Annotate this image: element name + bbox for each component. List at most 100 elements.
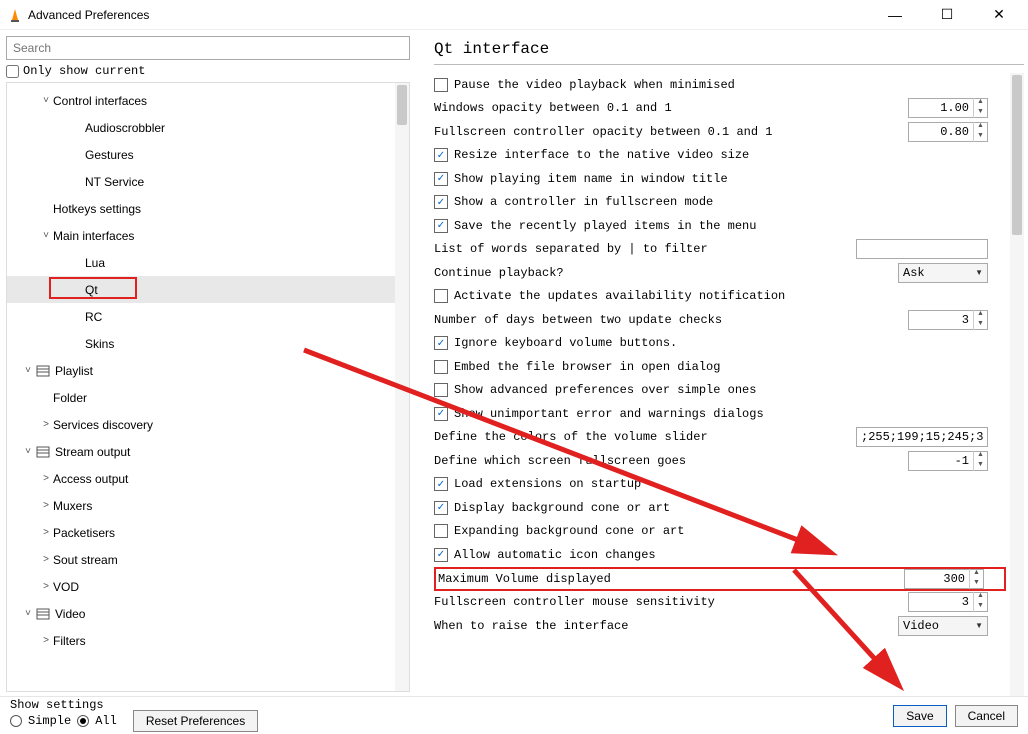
tree-item-label: Qt <box>85 283 98 297</box>
setting-row: Activate the updates availability notifi… <box>434 285 1006 309</box>
setting-checkbox[interactable] <box>434 289 448 303</box>
tree-item-folder[interactable]: Folder <box>7 384 409 411</box>
settings-scrollbar[interactable] <box>1010 73 1024 696</box>
tree-scrollbar-thumb[interactable] <box>397 85 407 125</box>
spin-up-icon[interactable]: ▲ <box>974 122 987 132</box>
tree-item-rc[interactable]: RC <box>7 303 409 330</box>
setting-dropdown[interactable]: Ask▼ <box>898 263 988 283</box>
setting-spinbox[interactable]: ▲▼ <box>908 310 988 330</box>
expand-icon[interactable]: > <box>39 527 53 538</box>
tree-item-lua[interactable]: Lua <box>7 249 409 276</box>
maximize-button[interactable]: ☐ <box>930 4 964 26</box>
setting-spinbox-input[interactable] <box>909 101 973 115</box>
tree-item-label: Services discovery <box>53 418 153 432</box>
tree-item-services-discovery[interactable]: >Services discovery <box>7 411 409 438</box>
setting-spinbox-input[interactable] <box>909 313 973 327</box>
setting-spinbox-input[interactable] <box>909 125 973 139</box>
tree-item-access-output[interactable]: >Access output <box>7 465 409 492</box>
setting-checkbox[interactable]: ✓ <box>434 219 448 233</box>
spin-down-icon[interactable]: ▼ <box>974 320 987 330</box>
setting-spinbox-input[interactable] <box>905 572 969 586</box>
tree-item-label: Filters <box>53 634 86 648</box>
tree-item-stream-output[interactable]: ˅Stream output <box>7 438 409 465</box>
spin-up-icon[interactable]: ▲ <box>970 569 983 579</box>
spin-up-icon[interactable]: ▲ <box>974 98 987 108</box>
tree-item-qt[interactable]: Qt <box>7 276 409 303</box>
spin-down-icon[interactable]: ▼ <box>970 579 983 589</box>
spin-down-icon[interactable]: ▼ <box>974 132 987 142</box>
setting-checkbox[interactable] <box>434 360 448 374</box>
tree-scrollbar[interactable] <box>395 83 409 691</box>
tree-item-nt-service[interactable]: NT Service <box>7 168 409 195</box>
minimize-button[interactable]: — <box>878 4 912 26</box>
setting-label: Show playing item name in window title <box>454 172 728 186</box>
expand-icon[interactable]: > <box>39 554 53 565</box>
search-input[interactable] <box>6 36 410 60</box>
expand-icon[interactable]: > <box>39 635 53 646</box>
save-button[interactable]: Save <box>893 705 946 727</box>
setting-checkbox[interactable]: ✓ <box>434 501 448 515</box>
expand-icon[interactable]: ˅ <box>21 608 35 619</box>
tree-item-muxers[interactable]: >Muxers <box>7 492 409 519</box>
tree-item-sout-stream[interactable]: >Sout stream <box>7 546 409 573</box>
tree-item-packetisers[interactable]: >Packetisers <box>7 519 409 546</box>
tree-item-main-interfaces[interactable]: ˅Main interfaces <box>7 222 409 249</box>
setting-label: Fullscreen controller mouse sensitivity <box>434 595 715 609</box>
setting-label: Windows opacity between 0.1 and 1 <box>434 101 672 115</box>
only-show-current-checkbox[interactable] <box>6 65 19 78</box>
setting-spinbox[interactable]: ▲▼ <box>908 98 988 118</box>
expand-icon[interactable]: ˅ <box>39 95 53 106</box>
show-settings-simple-radio[interactable] <box>10 715 22 727</box>
setting-dropdown[interactable]: Video▼ <box>898 616 988 636</box>
spin-up-icon[interactable]: ▲ <box>974 310 987 320</box>
setting-checkbox[interactable] <box>434 78 448 92</box>
show-settings-all-radio[interactable] <box>77 715 89 727</box>
expand-icon[interactable]: ˅ <box>21 446 35 457</box>
setting-spinbox[interactable]: ▲▼ <box>904 569 984 589</box>
setting-spinbox[interactable]: ▲▼ <box>908 122 988 142</box>
tree-item-playlist[interactable]: ˅Playlist <box>7 357 409 384</box>
setting-checkbox[interactable]: ✓ <box>434 172 448 186</box>
expand-icon[interactable]: ˅ <box>21 365 35 376</box>
setting-label: Show unimportant error and warnings dial… <box>454 407 764 421</box>
setting-checkbox[interactable]: ✓ <box>434 148 448 162</box>
tree-item-skins[interactable]: Skins <box>7 330 409 357</box>
setting-text-input[interactable] <box>856 239 988 259</box>
cancel-button[interactable]: Cancel <box>955 705 1018 727</box>
setting-checkbox[interactable]: ✓ <box>434 548 448 562</box>
expand-icon[interactable]: > <box>39 581 53 592</box>
tree-item-vod[interactable]: >VOD <box>7 573 409 600</box>
setting-spinbox[interactable]: ▲▼ <box>908 592 988 612</box>
setting-checkbox[interactable] <box>434 524 448 538</box>
reset-preferences-button[interactable]: Reset Preferences <box>133 710 258 732</box>
tree-item-control-interfaces[interactable]: ˅Control interfaces <box>7 87 409 114</box>
expand-icon[interactable]: > <box>39 473 53 484</box>
setting-spinbox-input[interactable] <box>909 595 973 609</box>
spin-down-icon[interactable]: ▼ <box>974 108 987 118</box>
setting-text-input[interactable] <box>856 427 988 447</box>
close-button[interactable]: ✕ <box>982 4 1016 26</box>
spin-down-icon[interactable]: ▼ <box>974 461 987 471</box>
expand-icon[interactable]: ˅ <box>39 230 53 241</box>
spin-up-icon[interactable]: ▲ <box>974 451 987 461</box>
setting-checkbox[interactable] <box>434 383 448 397</box>
settings-scrollbar-thumb[interactable] <box>1012 75 1022 235</box>
tree-item-hotkeys-settings[interactable]: Hotkeys settings <box>7 195 409 222</box>
setting-checkbox[interactable]: ✓ <box>434 336 448 350</box>
setting-label: Embed the file browser in open dialog <box>454 360 720 374</box>
setting-spinbox[interactable]: ▲▼ <box>908 451 988 471</box>
setting-checkbox[interactable]: ✓ <box>434 477 448 491</box>
spin-down-icon[interactable]: ▼ <box>974 602 987 612</box>
expand-icon[interactable]: > <box>39 419 53 430</box>
playlist-icon <box>35 364 51 378</box>
setting-checkbox[interactable]: ✓ <box>434 195 448 209</box>
setting-checkbox[interactable]: ✓ <box>434 407 448 421</box>
expand-icon[interactable]: > <box>39 500 53 511</box>
spin-up-icon[interactable]: ▲ <box>974 592 987 602</box>
tree-item-video[interactable]: ˅Video <box>7 600 409 627</box>
tree-item-filters[interactable]: >Filters <box>7 627 409 654</box>
setting-spinbox-input[interactable] <box>909 454 973 468</box>
setting-label: Save the recently played items in the me… <box>454 219 756 233</box>
tree-item-gestures[interactable]: Gestures <box>7 141 409 168</box>
tree-item-audioscrobbler[interactable]: Audioscrobbler <box>7 114 409 141</box>
